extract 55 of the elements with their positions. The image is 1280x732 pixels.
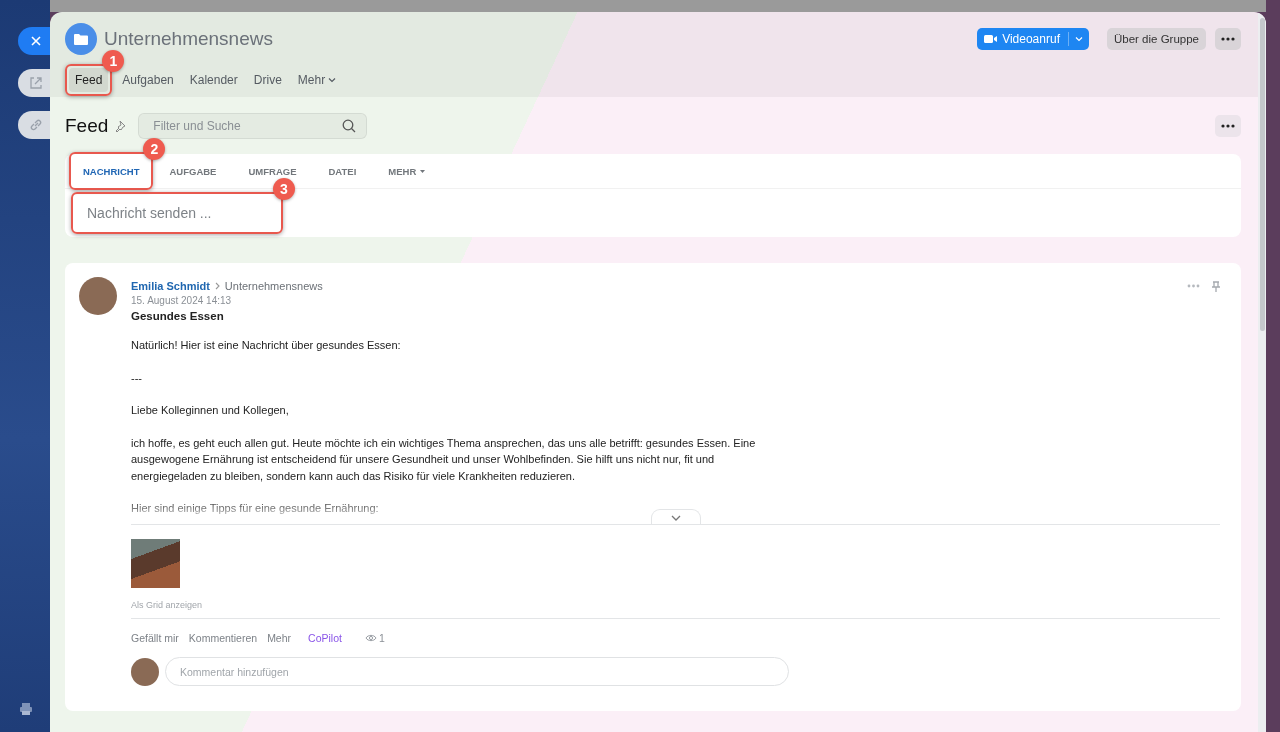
folder-icon — [73, 31, 89, 47]
search-input[interactable]: Filter und Suche — [151, 118, 343, 134]
printer-icon[interactable] — [19, 702, 33, 716]
pin-icon[interactable] — [114, 119, 127, 133]
post-paragraph: Natürlich! Hier ist eine Nachricht über gesundes Essen: — [131, 338, 401, 353]
video-call-button[interactable]: Videoanruf — [977, 28, 1089, 50]
more-icon — [1221, 124, 1235, 128]
avatar — [131, 657, 159, 686]
feed-title: Feed — [65, 115, 109, 137]
action-link[interactable]: Gefällt mir — [131, 632, 179, 644]
post-paragraph: Hier sind einige Tipps für eine gesunde Ernährung: — [131, 501, 379, 516]
more-icon — [1221, 37, 1235, 41]
callout-badge: 1 — [102, 50, 125, 72]
author-link[interactable]: Emilia Schmidt — [131, 280, 210, 292]
action-link[interactable]: Mehr — [267, 632, 292, 644]
group-title: Unternehmensnews — [104, 28, 274, 50]
close-button[interactable] — [18, 27, 50, 55]
callout-badge: 3 — [273, 178, 295, 200]
composer-tab[interactable]: MEHR — [372, 156, 442, 186]
nav-tab[interactable]: Feed — [69, 68, 109, 92]
post-date: 15. August 2024 14:13 — [131, 295, 233, 306]
caret-icon — [328, 77, 337, 83]
post-paragraph: --- — [131, 370, 142, 386]
eye-icon — [364, 633, 377, 643]
close-icon — [30, 35, 42, 47]
copilot-link[interactable]: CoPilot — [308, 632, 342, 644]
nav-tab[interactable]: Kalender — [183, 68, 244, 92]
post-paragraph: Liebe Kolleginnen und Kollegen, — [131, 403, 289, 418]
group-link[interactable]: Unternehmensnews — [224, 280, 323, 292]
open-external-button[interactable] — [18, 69, 50, 97]
avatar — [79, 277, 117, 315]
post-paragraph: ich hoffe, es geht euch allen gut. Heute möchte ich ein wichtiges Thema ansprechen, das uns alle betrifft: gesundes Essen. Eine ausgewogene Ernährung ist entscheidend für unsere Gesundheit und unser Wohlbefinden. Sie hilft uns nicht nur, fit und energiegeladen zu bleiben, sondern kann auch das Risiko für viele Krankheiten reduzieren. — [131, 435, 757, 484]
link-icon — [29, 118, 43, 132]
chevron-down-icon — [671, 514, 681, 521]
camera-icon — [984, 34, 998, 44]
nav-tab[interactable]: Mehr — [291, 68, 343, 92]
caret-icon — [1074, 36, 1083, 42]
external-link-icon — [29, 76, 43, 90]
copy-link-button[interactable] — [18, 111, 50, 139]
chevron-right-icon — [214, 282, 220, 290]
search-icon — [342, 119, 357, 133]
scrollbar-thumb[interactable] — [1259, 18, 1265, 331]
composer-tab[interactable]: DATEI — [312, 156, 373, 186]
search-field[interactable]: Filter und Suche — [138, 113, 368, 139]
callout-badge: 2 — [143, 138, 166, 160]
nav-tab[interactable]: Drive — [247, 68, 288, 92]
view-count: 1 — [378, 632, 385, 644]
caret-icon — [420, 169, 426, 173]
action-link[interactable]: Kommentieren — [188, 632, 258, 644]
about-group-button[interactable]: Über die Gruppe — [1106, 28, 1206, 50]
more-button[interactable] — [1215, 115, 1241, 137]
post-title: Gesundes Essen — [131, 310, 225, 322]
more-button[interactable] — [1215, 28, 1241, 50]
comment-field[interactable]: Kommentar hinzufügen — [165, 657, 789, 686]
grid-view-link[interactable]: Als Grid anzeigen — [131, 600, 1220, 610]
